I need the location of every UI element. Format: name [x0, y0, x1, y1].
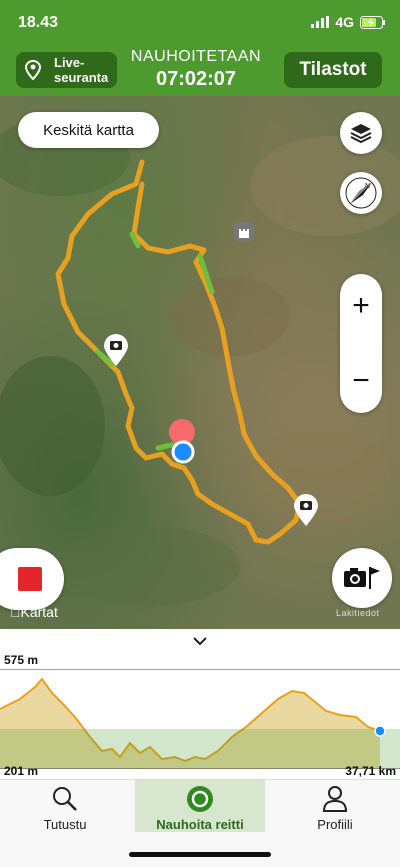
- elevation-max-label: 575 m: [4, 653, 39, 667]
- map-view[interactable]: Keskitä kartta N + − Ka: [0, 96, 400, 629]
- layers-button[interactable]: [340, 112, 382, 154]
- tab-profile[interactable]: Profiili: [270, 780, 400, 832]
- zoom-control: + −: [340, 274, 382, 413]
- legal-link[interactable]: Lakitiedot: [336, 608, 380, 618]
- camera-flag-icon: [344, 567, 380, 589]
- tab-explore[interactable]: Tutustu: [0, 780, 130, 832]
- recording-header: Live- seuranta NAUHOITETAAN 07:02:07 Til…: [0, 46, 400, 96]
- current-position-marker: [171, 440, 195, 464]
- center-map-button[interactable]: Keskitä kartta: [18, 112, 159, 148]
- compass-icon: N: [345, 177, 377, 209]
- distance-label: 37,71 km: [345, 764, 396, 778]
- signal-icon: [311, 16, 330, 28]
- zoom-in-button[interactable]: +: [340, 276, 382, 336]
- stop-recording-button[interactable]: [0, 548, 64, 610]
- live-label-line2: seuranta: [54, 70, 109, 85]
- record-icon: [187, 786, 213, 812]
- elevation-panel: 575 m 201 m 37,71 km: [0, 629, 400, 779]
- add-photo-button[interactable]: [332, 548, 392, 608]
- tab-record-route[interactable]: Nauhoita reitti: [135, 780, 265, 832]
- status-bar: 18.43 4G: [0, 0, 400, 46]
- live-location-icon: [24, 59, 42, 81]
- stop-icon: [18, 567, 42, 591]
- recording-timer: 07:02:07: [155, 68, 237, 90]
- search-icon: [53, 787, 77, 811]
- tab-record-route-label: Nauhoita reitti: [156, 817, 244, 832]
- layers-icon: [350, 124, 372, 144]
- recording-title: NAUHOITETAAN: [130, 48, 262, 65]
- home-indicator[interactable]: [129, 852, 271, 857]
- status-time: 18.43: [18, 14, 59, 31]
- compass-button[interactable]: N: [340, 172, 382, 214]
- live-label-line1: Live-: [54, 55, 85, 70]
- stats-button[interactable]: Tilastot: [284, 52, 382, 88]
- elevation-profile-chart: [0, 669, 400, 769]
- status-indicators: 4G: [311, 14, 386, 30]
- tab-profile-label: Profiili: [317, 817, 353, 832]
- apple-logo-icon: : [10, 604, 21, 620]
- maps-attribution: Kartat: [10, 604, 58, 620]
- live-tracking-button[interactable]: Live- seuranta: [16, 52, 117, 88]
- zoom-out-button[interactable]: −: [340, 351, 382, 411]
- elevation-min-label: 201 m: [4, 764, 39, 778]
- chevron-down-icon[interactable]: [190, 635, 210, 647]
- battery-icon: [360, 15, 385, 29]
- svg-text:N: N: [365, 183, 370, 190]
- tab-explore-label: Tutustu: [43, 817, 87, 832]
- castle-icon[interactable]: [234, 222, 254, 242]
- network-label: 4G: [335, 14, 354, 30]
- elevation-position-marker: [374, 725, 386, 737]
- person-icon: [322, 786, 348, 812]
